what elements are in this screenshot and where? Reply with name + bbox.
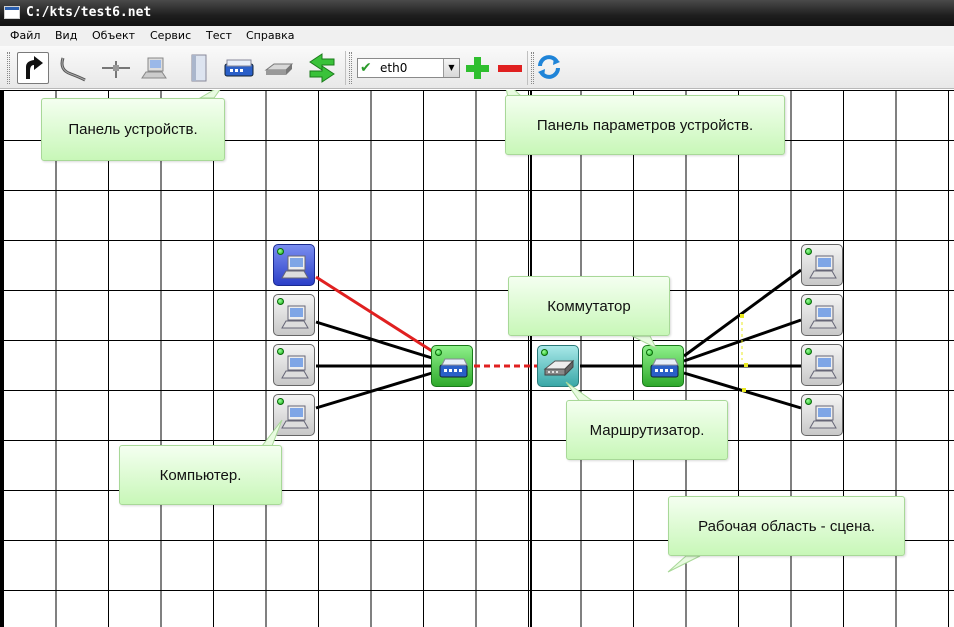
callout-device-panel: Панель устройств. [41,98,225,161]
title-bar: C:/kts/test6.net [0,0,954,26]
interface-select-value: eth0 [380,61,408,75]
callout-router: Маршрутизатор. [566,400,728,460]
menu-bar: Файл Вид Объект Сервис Тест Справка [0,26,954,46]
window-icon [4,6,20,19]
bus-connector-icon[interactable] [100,52,132,84]
add-interface-icon[interactable] [461,52,493,84]
move-tool-icon[interactable] [306,52,338,84]
refresh-icon[interactable] [534,52,566,84]
callout-params-panel: Панель параметров устройств. [505,95,785,155]
menu-help[interactable]: Справка [246,26,294,46]
remove-interface-icon[interactable] [494,52,526,84]
scene-workspace[interactable]: Панель устройств. Панель параметров устр… [0,90,954,627]
interface-select[interactable]: ✔ eth0 ▼ [357,58,460,78]
toolbar-separator [345,51,346,85]
toolbar-separator-2 [527,51,528,85]
checkmark-icon: ✔ [360,60,372,76]
toolbar: ✔ eth0 ▼ [0,46,954,89]
callout-computer: Компьютер. [119,445,282,505]
window-title: C:/kts/test6.net [26,5,152,20]
chevron-down-icon[interactable]: ▼ [443,59,459,77]
menu-test[interactable]: Тест [206,26,232,46]
switch-tool-icon[interactable] [222,52,254,84]
menu-service[interactable]: Сервис [150,26,191,46]
menu-object[interactable]: Объект [92,26,135,46]
router-tool-icon[interactable] [262,52,294,84]
server-tool-icon[interactable] [182,52,214,84]
callout-scene: Рабочая область - сцена. [668,496,905,556]
computer-tool-icon[interactable] [138,52,170,84]
callout-switch: Коммутатор [508,276,670,336]
cable-tool-icon[interactable] [57,52,89,84]
toolbar-grip-2[interactable] [349,52,352,84]
menu-file[interactable]: Файл [10,26,40,46]
toolbar-grip[interactable] [7,52,10,84]
menu-view[interactable]: Вид [55,26,77,46]
select-tool-icon[interactable] [17,52,49,84]
